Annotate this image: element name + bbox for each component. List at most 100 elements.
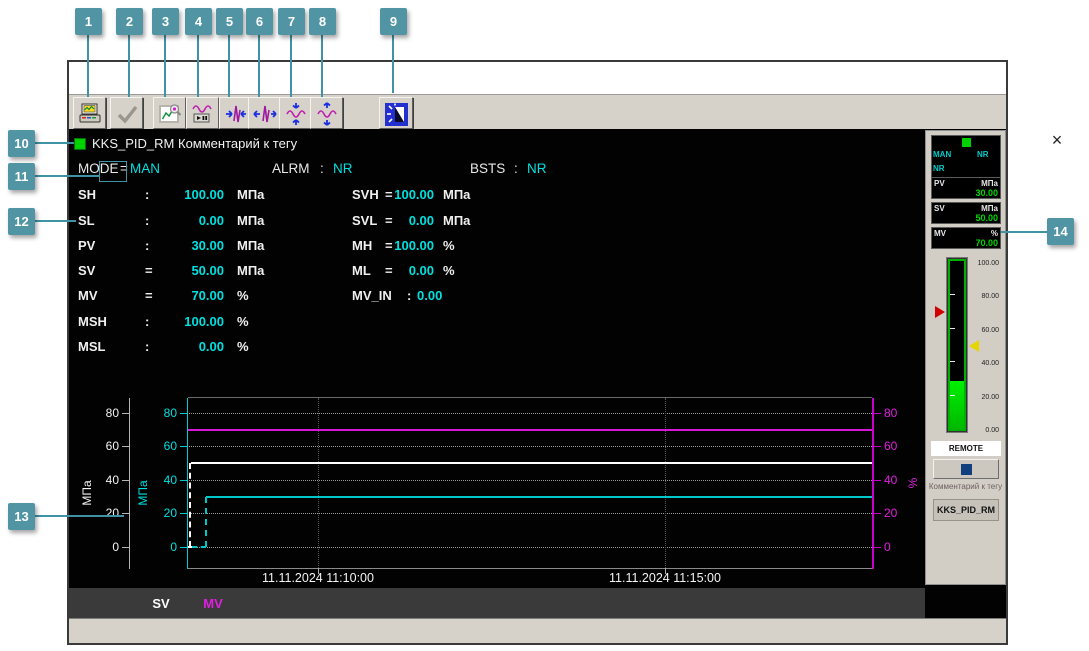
trend-line-pv: [206, 496, 872, 498]
axis2-tick-20: 20: [163, 506, 177, 520]
gauge-tick: [950, 294, 955, 295]
alrm-separator: :: [320, 161, 324, 176]
wave-play-pause-icon: [191, 105, 212, 123]
gauge-tick: [950, 361, 955, 362]
print-button[interactable]: [73, 97, 106, 129]
param-row-pv: PV:30.00 МПа: [78, 238, 265, 253]
tag-name: KKS_PID_RM: [92, 136, 175, 151]
wave-arrows-out-icon: [252, 105, 277, 123]
plot-bottom-border: [188, 568, 872, 569]
callout-badge-3: 3: [152, 8, 179, 35]
gauge-scale-20: 20.00: [981, 394, 999, 401]
axis-tick: [180, 480, 187, 481]
axis1-tick-0: 0: [112, 540, 119, 554]
param-row-svh: SVH = 100.00 МПа: [352, 187, 471, 202]
axis2-tick-40: 40: [163, 473, 177, 487]
mv-marker-icon: [935, 306, 945, 318]
axis1-tick-20: 20: [105, 506, 119, 520]
axis2-unit-label: МПа: [136, 480, 150, 506]
faceplate-tag-button[interactable]: KKS_PID_RM: [933, 499, 999, 521]
callout-line-3: [164, 35, 166, 97]
axis2-tick-60: 60: [163, 439, 177, 453]
axis2-tick-0: 0: [170, 540, 177, 554]
faceplate-mode: MAN: [933, 150, 952, 159]
bar-gauge-track: [948, 259, 966, 431]
callout-badge-5: 5: [216, 8, 243, 35]
faceplate-sv-label: SV: [934, 204, 945, 213]
bsts-label: BSTS: [470, 161, 506, 176]
axis-tick: [122, 513, 129, 514]
x-axis-label-2: 11.11.2024 11:15:00: [609, 571, 721, 585]
title-bar[interactable]: KKS_PID_RM. Параметры ×: [69, 62, 1062, 150]
axis-tick: [122, 480, 129, 481]
axis-tick: [122, 446, 129, 447]
trend-line-mv: [188, 429, 872, 431]
callout-badge-11: 11: [8, 163, 35, 190]
gridline-vertical: [318, 398, 319, 568]
gridline: [189, 513, 872, 514]
callout-badge-13: 13: [8, 503, 35, 530]
axis-tick: [122, 413, 129, 414]
callout-line-12: [35, 220, 76, 222]
param-row-ml: ML = 0.00%: [352, 263, 455, 278]
trend-line-pv-rise: [205, 497, 207, 547]
gridline-vertical: [665, 398, 666, 568]
gauge-scale-100: 100.00: [977, 260, 999, 267]
bsts-separator: :: [514, 161, 518, 176]
axis1-tick-60: 60: [105, 439, 119, 453]
param-row-sv: SV = 50.00 МПа: [78, 263, 265, 278]
axis-line-mpa-2: [187, 398, 188, 569]
bar-gauge: [946, 257, 968, 433]
checkmark-icon: [117, 105, 137, 124]
param-row-sh: SH:100.00 МПа: [78, 187, 265, 202]
callout-badge-1: 1: [75, 8, 102, 35]
tag-comment: Комментарий к тегу: [178, 136, 298, 151]
gauge-scale-80: 80.00: [981, 293, 999, 300]
param-row-msl: MSL:0.00%: [78, 339, 249, 354]
gauge-scale-60: 60.00: [981, 327, 999, 334]
plot-top-border: [188, 397, 872, 398]
axis-tick: [874, 480, 881, 481]
gridline: [189, 480, 872, 481]
axis-tick: [180, 547, 187, 548]
legend-item-sv[interactable]: SV: [146, 596, 176, 611]
axis-tick: [874, 413, 881, 414]
screenshot-stage: KKS_PID_RM. Параметры ×: [0, 0, 1089, 651]
faceplate-mode-button[interactable]: [933, 459, 999, 479]
callout-line-1: [87, 35, 89, 97]
faceplate-pv-value: 30.00: [975, 188, 998, 198]
value-zoom-in-button[interactable]: [279, 97, 312, 129]
param-row-mv-in: MV_IN:0.00: [352, 288, 443, 303]
callout-bracket-mode: [99, 161, 127, 182]
faceplate-mv-unit: %: [990, 229, 998, 238]
callout-line-5: [228, 35, 230, 97]
axis-line-mpa-1: [129, 398, 130, 569]
axis-tick: [180, 413, 187, 414]
time-zoom-out-button[interactable]: [248, 97, 281, 129]
faceplate-bsts: NR: [933, 164, 945, 173]
value-zoom-out-button[interactable]: [310, 97, 343, 129]
trend-run-pause-button[interactable]: [186, 97, 219, 129]
faceplate-sv-unit: МПа: [981, 204, 998, 213]
callout-line-10: [35, 142, 74, 144]
callout-line-8: [321, 35, 323, 97]
faceplate-alarm: NR: [977, 150, 989, 159]
apply-button[interactable]: [110, 97, 143, 129]
callout-line-6: [258, 35, 260, 97]
callout-badge-2: 2: [116, 8, 143, 35]
param-row-msh: MSH:100.00%: [78, 314, 249, 329]
trend-line-sv: [191, 462, 872, 464]
chart-picture-icon: [158, 104, 181, 123]
axis3-tick-60: 60: [884, 439, 898, 453]
close-button[interactable]: ×: [1045, 128, 1069, 152]
chart-image-button[interactable]: [153, 97, 186, 129]
faceplate-pv-label: PV: [934, 179, 945, 188]
faceplate-mv-value: 70.00: [975, 238, 998, 248]
gridline: [189, 446, 872, 447]
display-settings-button[interactable]: [379, 97, 413, 129]
legend-item-mv[interactable]: MV: [198, 596, 228, 611]
axis2-tick-80: 80: [163, 406, 177, 420]
display-settings-icon: [384, 102, 408, 126]
param-row-svl: SVL = 0.00 МПа: [352, 213, 471, 228]
mode-value: MAN: [130, 161, 160, 176]
